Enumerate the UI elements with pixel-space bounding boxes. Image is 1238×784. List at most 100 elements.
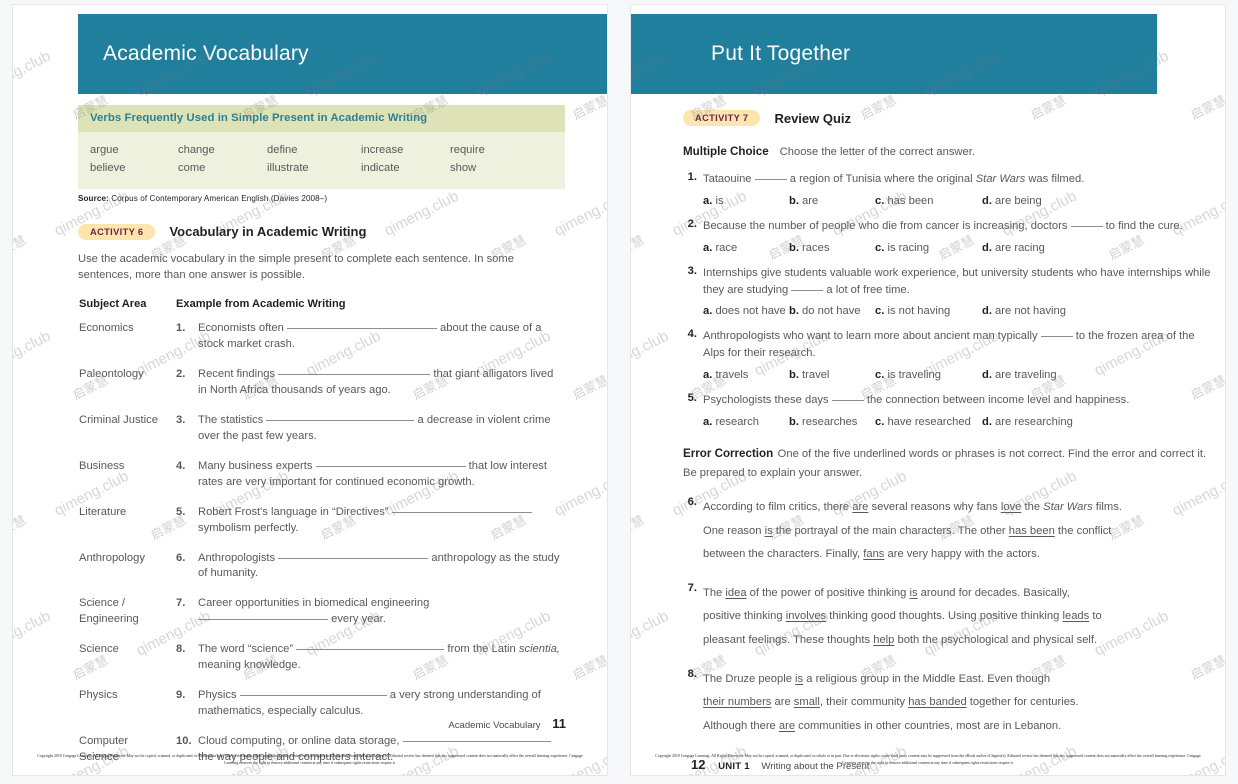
plain-text: the xyxy=(1021,501,1044,514)
underlined-phrase[interactable]: their numbers xyxy=(703,696,771,708)
answer-option[interactable]: c. have researched xyxy=(875,416,982,428)
table-row: Business 4. Many business experts that low… xyxy=(78,458,561,504)
example-sentence: Many business experts that low interest … xyxy=(197,458,561,504)
answer-blank[interactable] xyxy=(315,465,466,467)
answer-option[interactable]: c. has been xyxy=(875,195,982,207)
option-letter: a. xyxy=(703,305,713,318)
copyright-notice: Copyright 2018 Cengage Learning. All Rig… xyxy=(655,754,1201,766)
underlined-phrase[interactable]: love xyxy=(1001,501,1022,513)
answer-option[interactable]: d. are researching xyxy=(982,416,1073,428)
underlined-phrase[interactable]: small xyxy=(794,696,820,708)
answer-blank[interactable] xyxy=(1040,336,1073,338)
watermark-text: qimeng.club xyxy=(13,47,54,100)
item-number: 5. xyxy=(176,505,186,518)
option-text: research xyxy=(712,415,759,428)
answer-option[interactable]: b. travel xyxy=(789,369,875,381)
answer-blank[interactable] xyxy=(391,511,532,513)
column-header-subject-area: Subject Area xyxy=(79,298,147,311)
answer-blank[interactable] xyxy=(278,557,429,559)
answer-option[interactable]: c. is not having xyxy=(875,305,982,317)
answer-blank[interactable] xyxy=(402,740,551,742)
left-page-banner: Academic Vocabulary xyxy=(78,14,607,94)
quiz-question: 5. Psychologists these days the connectio… xyxy=(683,392,1213,428)
activity-7-badge: ACTIVITY 7 xyxy=(683,110,761,126)
answer-option[interactable]: b. races xyxy=(789,242,875,254)
underlined-phrase[interactable]: leads xyxy=(1062,610,1089,622)
option-text: researches xyxy=(798,415,858,428)
answer-blank[interactable] xyxy=(278,374,431,376)
verbs-row: believe come illustrate indicate show xyxy=(90,159,553,177)
answer-option[interactable]: a. research xyxy=(703,416,789,428)
verb-cell: illustrate xyxy=(267,162,309,175)
text-line: Although there are communities in other … xyxy=(703,715,1213,739)
running-head: Academic Vocabulary xyxy=(448,720,541,731)
item-number: 2. xyxy=(176,368,186,381)
quiz-question: 3. Internships give students valuable wor… xyxy=(683,265,1213,318)
underlined-phrase[interactable]: has been xyxy=(1009,525,1055,537)
underlined-phrase[interactable]: fans xyxy=(863,548,884,560)
item-number: 1. xyxy=(176,322,186,335)
plain-text: , their community xyxy=(819,696,909,709)
underlined-phrase[interactable]: idea xyxy=(725,587,746,599)
underlined-phrase[interactable]: are xyxy=(852,501,868,513)
answer-option[interactable]: d. are traveling xyxy=(982,369,1057,381)
answer-blank[interactable] xyxy=(286,328,437,330)
stem-text: Because the number of people who die fro… xyxy=(703,220,1071,233)
example-sentence: Robert Frost's language in “Directives” … xyxy=(197,504,561,550)
underlined-phrase[interactable]: help xyxy=(873,634,894,646)
verbs-box-title: Verbs Frequently Used in Simple Present … xyxy=(78,105,565,132)
plain-text: of the power of positive thinking xyxy=(746,586,910,599)
sentence-prefix: Many business experts xyxy=(198,459,316,472)
answer-option[interactable]: b. do not have xyxy=(789,305,875,317)
answer-option[interactable]: a. does not have xyxy=(703,305,789,317)
question-number: 4. xyxy=(687,328,697,341)
underlined-phrase[interactable]: is xyxy=(795,673,803,685)
answer-blank[interactable] xyxy=(754,179,787,181)
answer-blank[interactable] xyxy=(239,694,387,696)
option-letter: b. xyxy=(789,195,799,208)
answer-blank[interactable] xyxy=(831,400,864,402)
answer-option[interactable]: d. are being xyxy=(982,195,1042,207)
vocabulary-exercise-table: Subject Area Example from Academic Writi… xyxy=(78,297,561,775)
answer-option[interactable]: c. is traveling xyxy=(875,369,982,381)
question-number: 3. xyxy=(687,264,697,277)
stem-text: Internships give students valuable work … xyxy=(703,266,1211,296)
option-letter: b. xyxy=(789,369,799,382)
answer-option[interactable]: a. is xyxy=(703,195,789,207)
plain-text: pleasant feelings. These thoughts xyxy=(703,633,874,646)
option-text: are being xyxy=(991,195,1042,208)
answer-blank[interactable] xyxy=(296,649,445,651)
watermark-logo-text: 启蒙慧 xyxy=(631,233,647,263)
answer-blank[interactable] xyxy=(198,619,328,621)
answer-blank[interactable] xyxy=(1070,226,1103,228)
error-correction-header: Error Correction One of the five underli… xyxy=(683,444,1213,482)
verbs-row: argue change define increase require xyxy=(90,141,553,159)
verb-cell: define xyxy=(267,144,298,156)
sentence-suffix: every year. xyxy=(328,613,386,626)
watermark-logo-text: 启蒙慧 xyxy=(570,373,607,403)
verb-cell: require xyxy=(450,144,485,156)
answer-option[interactable]: d. are racing xyxy=(982,242,1045,254)
underlined-phrase[interactable]: involves xyxy=(786,610,826,622)
verb-cell: believe xyxy=(90,162,126,175)
answer-blank[interactable] xyxy=(791,289,824,291)
sentence-prefix: Cloud computing, or online data storage, xyxy=(198,734,403,747)
answer-option[interactable]: a. race xyxy=(703,242,789,254)
example-sentence: Anthropologists anthropology as the stud… xyxy=(197,550,561,596)
answer-option[interactable]: c. is racing xyxy=(875,242,982,254)
stem-text: Anthropologists who want to learn more a… xyxy=(703,330,1041,343)
underlined-phrase[interactable]: has banded xyxy=(908,696,966,708)
answer-option[interactable]: a. travels xyxy=(703,369,789,381)
underlined-phrase[interactable]: is xyxy=(765,525,773,537)
answer-blank[interactable] xyxy=(266,420,415,422)
underlined-phrase[interactable]: are xyxy=(779,720,795,732)
table-row: Criminal Justice 3. The statistics a decre… xyxy=(78,412,561,458)
answer-option[interactable]: b. researches xyxy=(789,416,875,428)
answer-option[interactable]: b. are xyxy=(789,195,875,207)
answer-option[interactable]: d. are not having xyxy=(982,305,1066,317)
verb-cell: change xyxy=(178,144,215,156)
item-number: 9. xyxy=(176,688,186,701)
verb-cell: show xyxy=(450,162,477,175)
underlined-phrase[interactable]: is xyxy=(909,587,917,599)
sentence-suffix: a very strong understanding of mathemati… xyxy=(198,688,541,717)
